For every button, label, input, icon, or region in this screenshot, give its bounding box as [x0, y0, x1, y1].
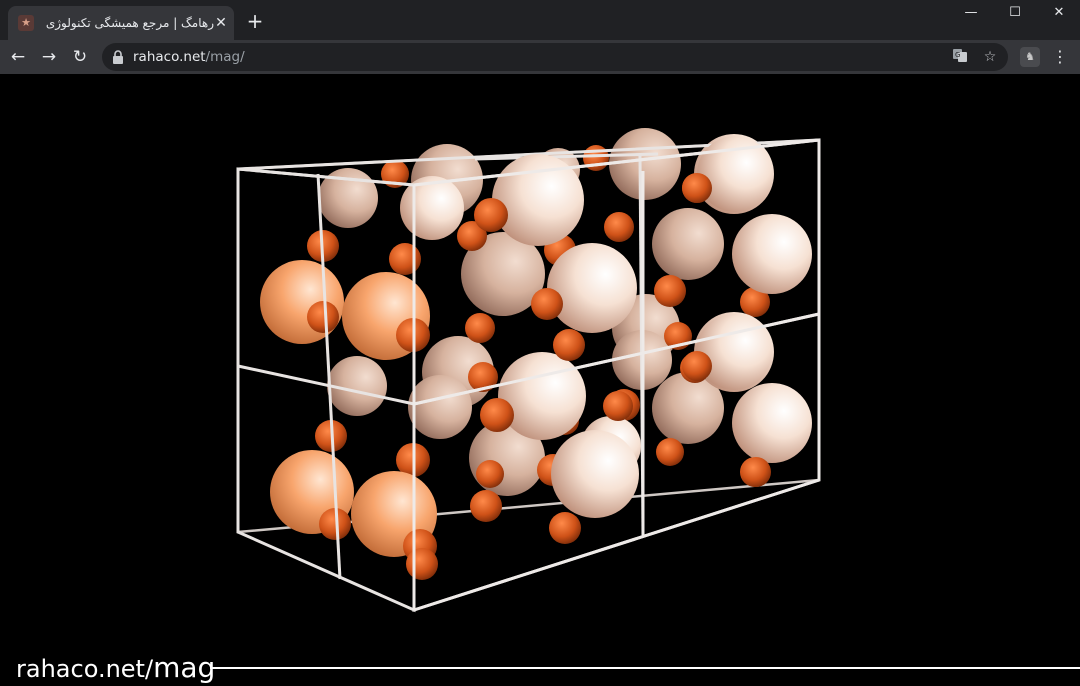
- watermark-text: rahaco.net/mag: [16, 651, 215, 685]
- new-tab-button[interactable]: +: [244, 10, 266, 32]
- crystal-lattice-unit-cell: [236, 128, 821, 613]
- url-host: rahaco.net: [133, 49, 206, 65]
- url-path: /mag/: [205, 49, 245, 65]
- page-content: [0, 74, 1080, 686]
- watermark-divider: [210, 667, 1080, 669]
- tab-title: رهامگ | مرجع همیشگی تکنولوژی |: [44, 16, 214, 30]
- forward-button[interactable]: →: [37, 45, 61, 69]
- watermark-path: mag: [153, 651, 216, 684]
- lock-icon: [113, 50, 123, 64]
- translate-icon[interactable]: G: [950, 47, 970, 67]
- close-window-button[interactable]: ✕: [1036, 0, 1080, 28]
- rahaco-favicon-icon: ★: [18, 15, 34, 31]
- extension-icon[interactable]: ♞: [1020, 47, 1040, 67]
- bookmark-star-icon[interactable]: ☆: [980, 47, 1000, 67]
- tab-strip: ★ رهامگ | مرجع همیشگی تکنولوژی | ✕ + — ☐…: [0, 0, 1080, 40]
- svg-text:G: G: [955, 51, 960, 59]
- reload-button[interactable]: ↻: [68, 45, 92, 69]
- address-bar[interactable]: rahaco.net/mag/ G ☆: [102, 43, 1008, 71]
- url-text[interactable]: rahaco.net/mag/: [133, 43, 245, 71]
- menu-icon[interactable]: ⋮: [1050, 45, 1070, 69]
- watermark-host: rahaco.net/: [16, 655, 154, 683]
- minimize-button[interactable]: —: [948, 0, 994, 28]
- tab-close-icon[interactable]: ✕: [212, 14, 230, 32]
- maximize-button[interactable]: ☐: [992, 0, 1038, 28]
- browser-toolbar: ← → ↻ rahaco.net/mag/ G ☆ ♞ ⋮: [0, 40, 1080, 74]
- browser-tab[interactable]: ★ رهامگ | مرجع همیشگی تکنولوژی | ✕: [8, 6, 234, 40]
- back-button[interactable]: ←: [6, 45, 30, 69]
